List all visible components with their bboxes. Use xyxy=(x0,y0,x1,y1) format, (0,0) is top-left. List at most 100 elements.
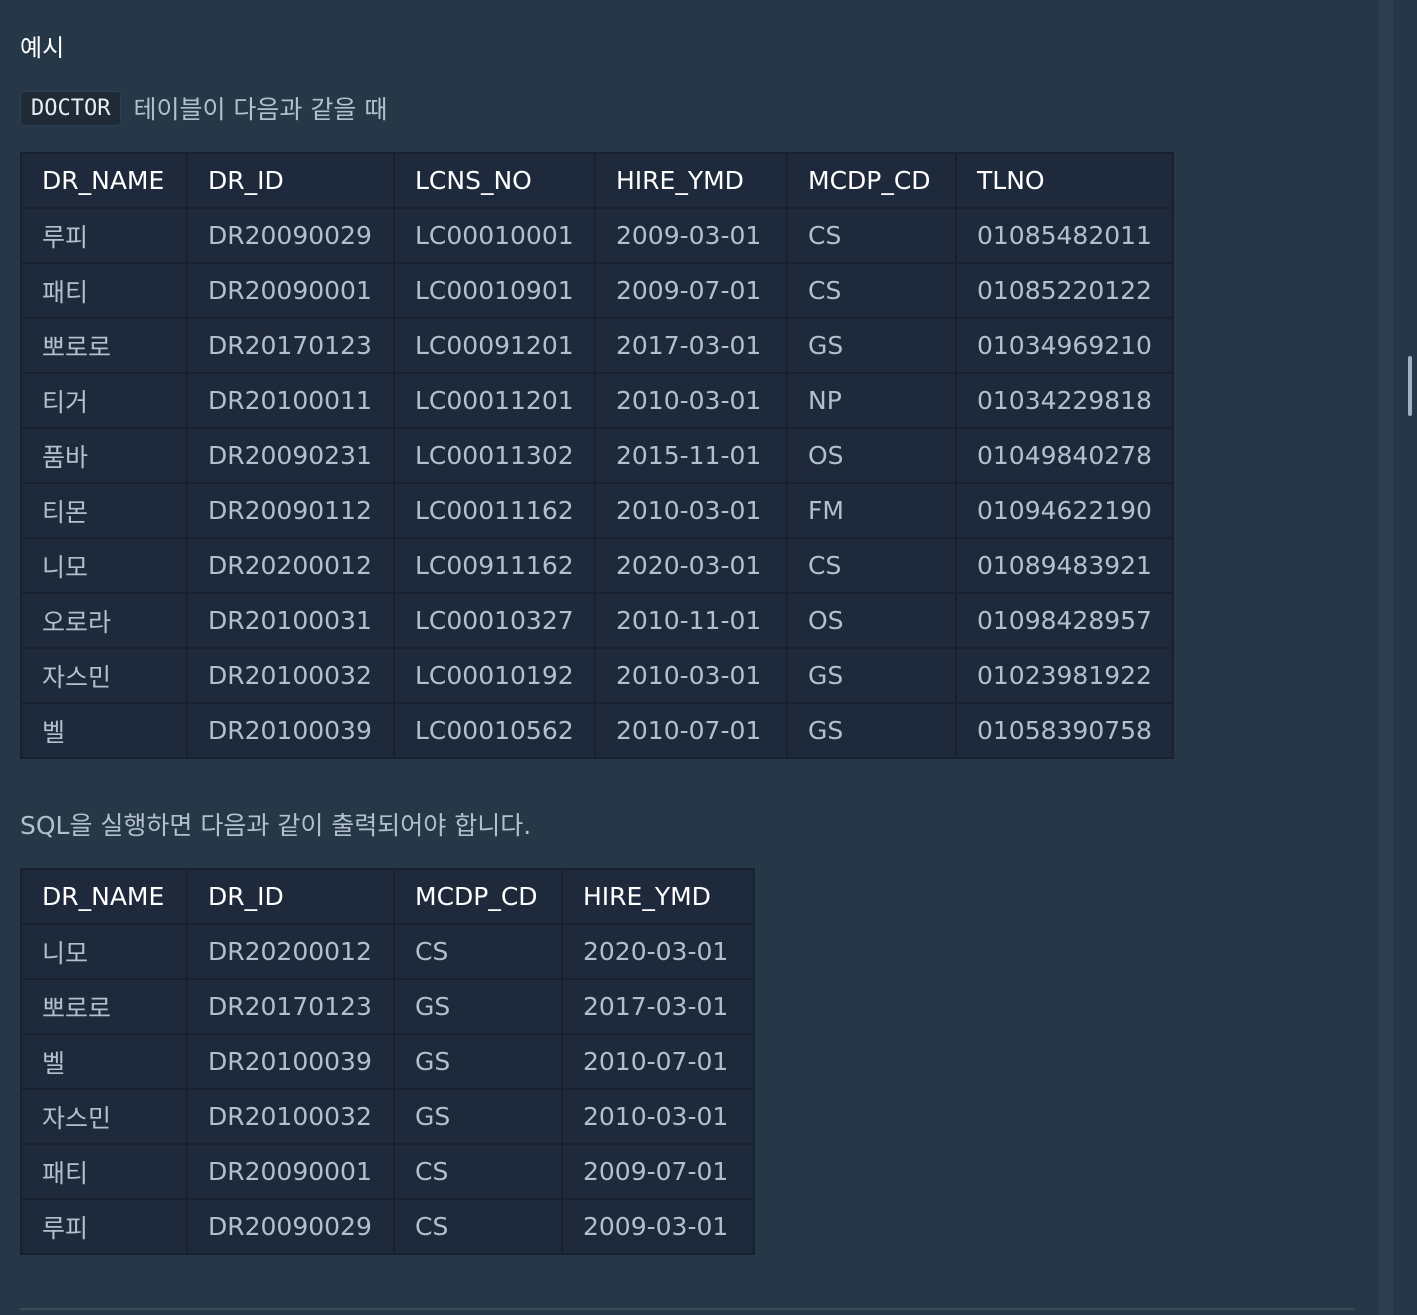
table-cell: LC00010001 xyxy=(393,207,596,264)
table-row: 품바 DR20090231 LC00011302 2015-11-01 OS 0… xyxy=(20,427,1174,484)
column-header: LCNS_NO xyxy=(393,152,596,209)
table-row: 패티 DR20090001 LC00010901 2009-07-01 CS 0… xyxy=(20,262,1174,319)
table-cell: 01049840278 xyxy=(955,427,1174,484)
table-cell: DR20090001 xyxy=(186,262,395,319)
column-header: DR_ID xyxy=(186,868,395,925)
table-cell: 01058390758 xyxy=(955,702,1174,759)
table-row: 벨 DR20100039 LC00010562 2010-07-01 GS 01… xyxy=(20,702,1174,759)
table-row: 티몬 DR20090112 LC00011162 2010-03-01 FM 0… xyxy=(20,482,1174,539)
doctor-table: DR_NAME DR_ID LCNS_NO HIRE_YMD MCDP_CD T… xyxy=(20,152,1174,759)
table-row: 니모 DR20200012 CS 2020-03-01 xyxy=(20,923,755,980)
table-cell: 01089483921 xyxy=(955,537,1174,594)
section-title: 예시 xyxy=(20,34,65,62)
table-cell: CS xyxy=(393,1198,563,1255)
table-cell: 01094622190 xyxy=(955,482,1174,539)
table-cell: 자스민 xyxy=(20,647,188,704)
table-cell: LC00011201 xyxy=(393,372,596,429)
table-cell: GS xyxy=(393,978,563,1035)
table-cell: DR20090029 xyxy=(186,207,395,264)
column-header: MCDP_CD xyxy=(786,152,957,209)
table-cell: 티몬 xyxy=(20,482,188,539)
table-cell: OS xyxy=(786,427,957,484)
table-row: 니모 DR20200012 LC00911162 2020-03-01 CS 0… xyxy=(20,537,1174,594)
table-cell: 01034969210 xyxy=(955,317,1174,374)
table-cell: 2010-03-01 xyxy=(561,1088,755,1145)
scrollbar-track[interactable] xyxy=(1379,0,1393,1315)
table-cell: 2010-03-01 xyxy=(594,482,788,539)
result-table: DR_NAME DR_ID MCDP_CD HIRE_YMD 니모 DR2020… xyxy=(20,868,755,1255)
table-cell: LC00011162 xyxy=(393,482,596,539)
table-cell: GS xyxy=(393,1088,563,1145)
table-cell: NP xyxy=(786,372,957,429)
table-cell: 티거 xyxy=(20,372,188,429)
table-cell: 벨 xyxy=(20,702,188,759)
table-row: 벨 DR20100039 GS 2010-07-01 xyxy=(20,1033,755,1090)
table-cell: CS xyxy=(786,537,957,594)
table-cell: DR20100031 xyxy=(186,592,395,649)
table-cell: DR20090001 xyxy=(186,1143,395,1200)
column-header: DR_NAME xyxy=(20,152,188,209)
table-cell: LC00091201 xyxy=(393,317,596,374)
table-cell: DR20090112 xyxy=(186,482,395,539)
table-cell: 2017-03-01 xyxy=(594,317,788,374)
table-row: 자스민 DR20100032 LC00010192 2010-03-01 GS … xyxy=(20,647,1174,704)
result-description: SQL을 실행하면 다음과 같이 출력되어야 합니다. xyxy=(20,811,532,840)
table-cell: DR20200012 xyxy=(186,537,395,594)
table-cell: LC00011302 xyxy=(393,427,596,484)
column-header: TLNO xyxy=(955,152,1174,209)
table-cell: 01034229818 xyxy=(955,372,1174,429)
table-cell: 2010-11-01 xyxy=(594,592,788,649)
table-cell: 벨 xyxy=(20,1033,188,1090)
table-cell: 루피 xyxy=(20,207,188,264)
table-cell: OS xyxy=(786,592,957,649)
table-intro-text: 테이블이 다음과 같을 때 xyxy=(133,95,388,124)
table-cell: CS xyxy=(786,207,957,264)
table-cell: 2020-03-01 xyxy=(561,923,755,980)
table-cell: 2010-07-01 xyxy=(561,1033,755,1090)
column-header: DR_ID xyxy=(186,152,395,209)
table-cell: 2009-03-01 xyxy=(594,207,788,264)
doctor-table-header-row: DR_NAME DR_ID LCNS_NO HIRE_YMD MCDP_CD T… xyxy=(20,152,1174,209)
table-cell: 니모 xyxy=(20,537,188,594)
table-cell: 2009-07-01 xyxy=(561,1143,755,1200)
table-cell: GS xyxy=(393,1033,563,1090)
result-table-header-row: DR_NAME DR_ID MCDP_CD HIRE_YMD xyxy=(20,868,755,925)
table-intro: DOCTOR 테이블이 다음과 같을 때 xyxy=(20,90,387,126)
table-cell: 뽀로로 xyxy=(20,317,188,374)
table-cell: 2010-03-01 xyxy=(594,372,788,429)
table-cell: 자스민 xyxy=(20,1088,188,1145)
table-cell: 품바 xyxy=(20,427,188,484)
table-row: 오로라 DR20100031 LC00010327 2010-11-01 OS … xyxy=(20,592,1174,649)
table-cell: 패티 xyxy=(20,1143,188,1200)
table-cell: DR20090029 xyxy=(186,1198,395,1255)
table-cell: 2017-03-01 xyxy=(561,978,755,1035)
table-cell: GS xyxy=(786,317,957,374)
table-cell: CS xyxy=(786,262,957,319)
table-cell: 2015-11-01 xyxy=(594,427,788,484)
table-row: 자스민 DR20100032 GS 2010-03-01 xyxy=(20,1088,755,1145)
table-cell: LC00010901 xyxy=(393,262,596,319)
table-cell: 패티 xyxy=(20,262,188,319)
table-cell: 2010-03-01 xyxy=(594,647,788,704)
column-header: MCDP_CD xyxy=(393,868,563,925)
table-cell: DR20100011 xyxy=(186,372,395,429)
table-row: 뽀로로 DR20170123 LC00091201 2017-03-01 GS … xyxy=(20,317,1174,374)
table-cell: 01085220122 xyxy=(955,262,1174,319)
table-cell: DR20090231 xyxy=(186,427,395,484)
table-cell: DR20100039 xyxy=(186,1033,395,1090)
table-cell: CS xyxy=(393,923,563,980)
table-cell: 01023981922 xyxy=(955,647,1174,704)
table-cell: DR20100039 xyxy=(186,702,395,759)
table-cell: 뽀로로 xyxy=(20,978,188,1035)
table-cell: DR20170123 xyxy=(186,978,395,1035)
scrollbar-marker[interactable] xyxy=(1408,356,1412,416)
divider xyxy=(20,1308,1355,1310)
table-cell: DR20100032 xyxy=(186,647,395,704)
table-name-code: DOCTOR xyxy=(20,90,122,126)
table-cell: LC00010562 xyxy=(393,702,596,759)
table-cell: 2009-03-01 xyxy=(561,1198,755,1255)
table-row: 루피 DR20090029 LC00010001 2009-03-01 CS 0… xyxy=(20,207,1174,264)
table-cell: 오로라 xyxy=(20,592,188,649)
column-header: HIRE_YMD xyxy=(561,868,755,925)
table-row: 패티 DR20090001 CS 2009-07-01 xyxy=(20,1143,755,1200)
